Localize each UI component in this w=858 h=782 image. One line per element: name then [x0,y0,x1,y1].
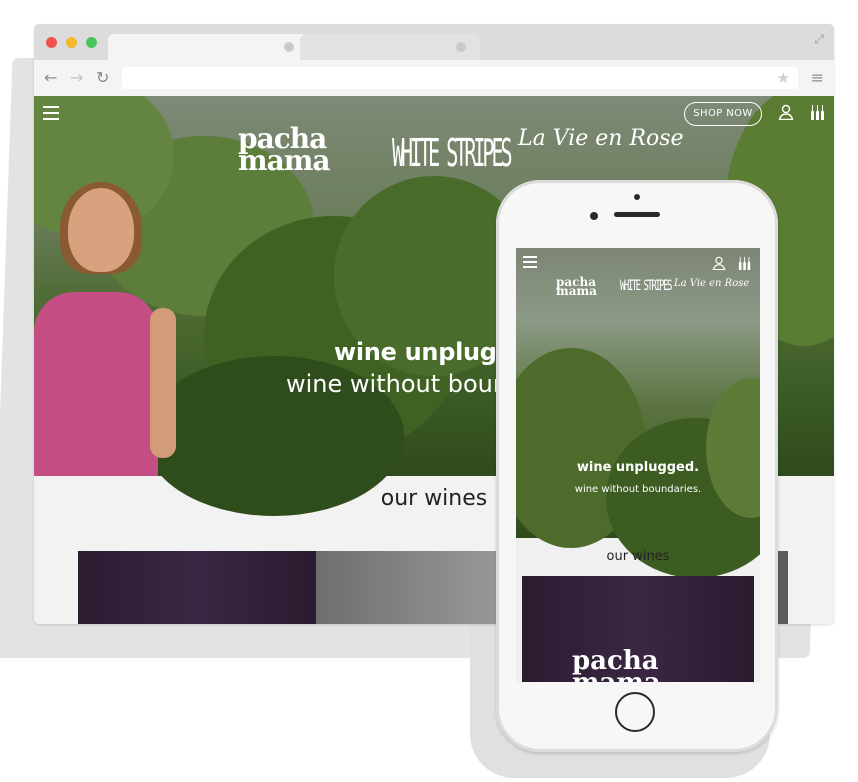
minimize-window-button[interactable] [66,37,77,48]
fullscreen-icon[interactable]: ⤢ [812,32,826,46]
browser-toolbar: ← → ↻ ★ ≡ [34,60,834,96]
back-arrow-icon[interactable]: ← [44,69,57,87]
mobile-menu-icon[interactable] [523,256,537,268]
mobile-wine-card-pachamama[interactable]: pacha mama [522,576,754,682]
brand-logo-lavieenrose[interactable]: La Vie en Rose [518,126,684,151]
brand-logo-pachamama[interactable]: pacha mama [238,125,368,175]
maximize-window-button[interactable] [86,37,97,48]
hero-subtagline: wine without boun [286,370,509,398]
tab-bar: ⤢ [34,24,834,60]
brand-logo-whitestripes[interactable]: WHITE STRIPES [392,130,513,176]
bookmark-star-icon[interactable]: ★ [777,69,790,87]
wine-bottles-icon[interactable] [810,104,826,120]
hero-person [34,182,186,476]
mobile-card-brand-logo: pacha mama [572,646,661,682]
mobile-hero-banner: pacha mama WHITE STRIPES La Vie en Rose … [516,248,760,578]
phone-speaker [614,212,660,217]
hero-tagline: wine unplugg [334,338,514,366]
phone-device: pacha mama WHITE STRIPES La Vie en Rose … [496,180,778,752]
phone-screen: pacha mama WHITE STRIPES La Vie en Rose … [516,248,760,682]
tab-inactive[interactable] [300,34,480,60]
tab-close-icon[interactable] [456,42,466,52]
phone-sensor [634,194,640,200]
shop-now-button[interactable]: SHOP NOW [684,102,762,126]
address-bar[interactable]: ★ [122,67,798,89]
site-menu-icon[interactable] [43,106,59,120]
mobile-wine-bottles-icon[interactable] [738,256,752,270]
phone-camera [590,212,598,220]
tab-close-icon[interactable] [284,42,294,52]
browser-menu-icon[interactable]: ≡ [811,69,824,87]
mobile-account-icon[interactable] [712,256,726,270]
mobile-brand-logo-whitestripes[interactable]: WHITE STRIPES [620,279,672,295]
mobile-brand-logo-lavieenrose[interactable]: La Vie en Rose [674,278,749,289]
wine-card-pachamama[interactable] [78,551,316,624]
account-icon[interactable] [778,104,794,120]
phone-home-button[interactable] [615,692,655,732]
mobile-brand-logo-pachamama[interactable]: pacha mama [556,276,612,297]
mobile-section-title: our wines [606,549,670,564]
forward-arrow-icon[interactable]: → [70,69,83,87]
mobile-hero-tagline: wine unplugged. [576,460,700,475]
mobile-hero-subtagline: wine without boundaries. [574,484,702,495]
tab-active[interactable] [108,34,308,60]
reload-icon[interactable]: ↻ [96,69,109,87]
close-window-button[interactable] [46,37,57,48]
